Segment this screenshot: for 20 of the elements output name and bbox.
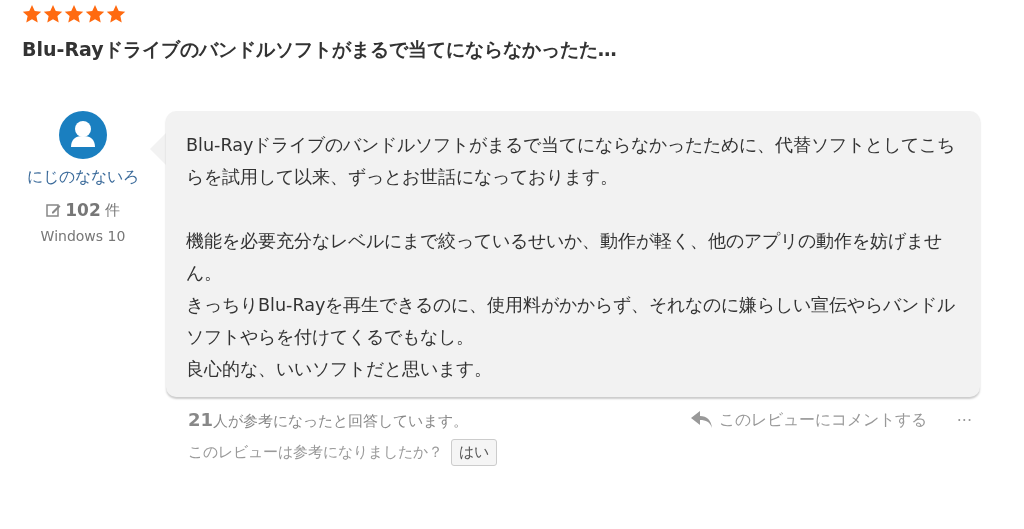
os-label: Windows 10 (40, 228, 126, 244)
review-text: きっちりBlu-Rayを再生できるのに、使用料がかからず、それなのに嫌らしい宣伝やらバンドルソフトやらを付けてくるでもなし。 (186, 294, 957, 349)
star-icon (43, 5, 63, 23)
count-unit: 件 (104, 200, 120, 220)
avatar-icon (59, 111, 107, 159)
star-icon (22, 5, 42, 23)
helpful-question: このレビューは参考になりましたか？ (188, 443, 443, 462)
author-name[interactable]: にじのなないろ (27, 167, 139, 188)
review-title: Blu-Rayドライブのバンドルソフトがまるで当てにならなかったた… (22, 37, 618, 62)
yes-button[interactable]: はい (451, 439, 497, 466)
star-icon (85, 5, 105, 23)
review-count: 102 (65, 200, 101, 220)
review-text: 機能を必要充分なレベルにまで絞っているせいか、動作が軽く、他のアプリの動作を妨げません。 (186, 230, 943, 285)
star-icon (106, 5, 126, 23)
review-text: 良心的な、いいソフトだと思います。 (186, 358, 493, 381)
review-text: Blu-Rayドライブのバンドルソフトがまるで当てにならなかったために、代替ソフトとしてこちらを試用して以来、ずっとお世話になっております。 (186, 134, 957, 189)
reply-icon (690, 411, 713, 429)
edit-icon (46, 203, 62, 217)
star-icon (64, 5, 84, 23)
helpful-count-text: 21人が参考になったと回答しています。 (188, 409, 469, 431)
